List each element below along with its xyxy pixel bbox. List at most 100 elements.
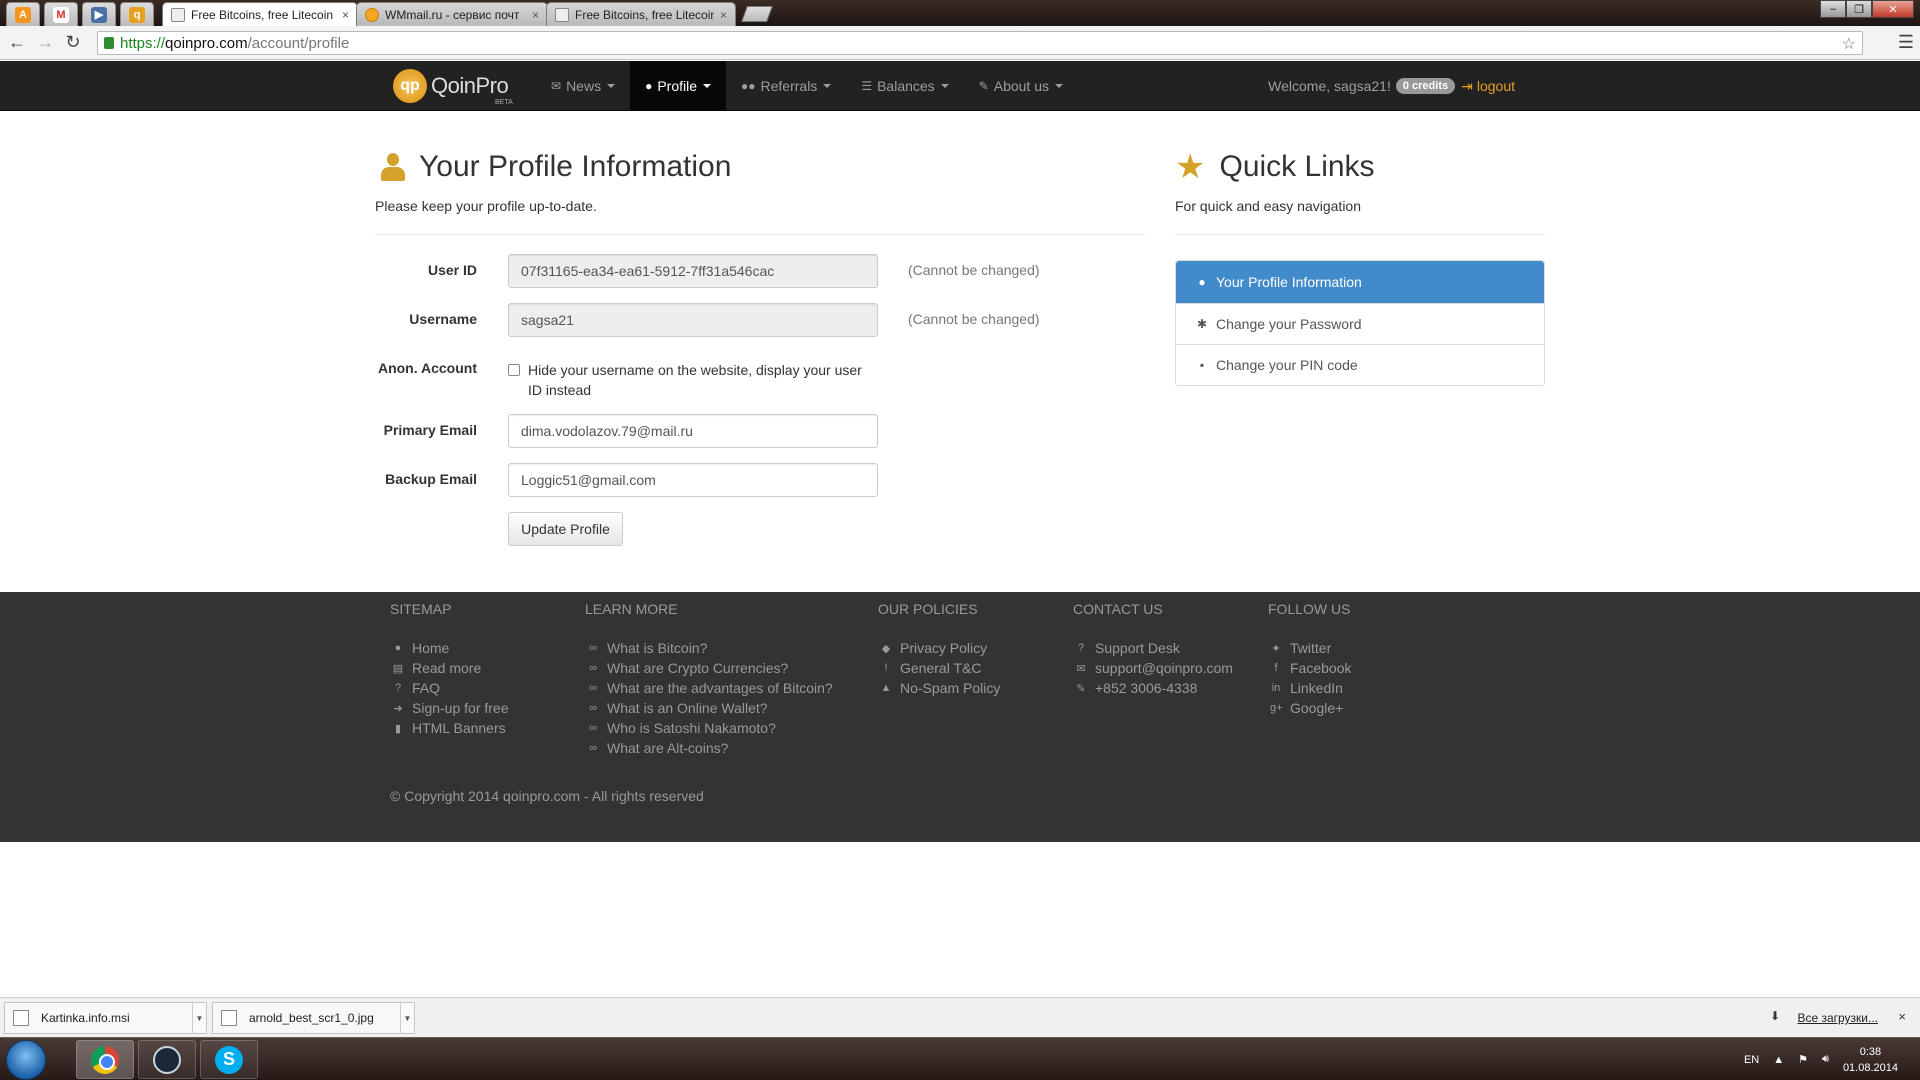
tab-close-icon[interactable]: × [720,8,727,22]
footer-link-home[interactable]: ● Home [392,638,509,658]
footer-link-faq[interactable]: ? FAQ [392,678,509,698]
star-icon: ★ [1175,148,1206,186]
language-indicator[interactable]: EN [1744,1054,1759,1066]
logout-icon: ⇥ [1461,77,1473,94]
link-icon: ∞ [589,722,597,734]
close-window-icon[interactable]: ✕ [1872,0,1914,18]
volume-icon[interactable]: 🔊︎ [1822,1053,1829,1066]
brand-logo-link[interactable]: qp QoinPro BETA [393,69,513,106]
nav-profile-label: Profile [657,78,698,94]
footer-link-no-spam[interactable]: ▲ No-Spam Policy [880,678,1001,698]
twitter-icon: ✦ [1271,642,1281,655]
window-controls: – ❐ ✕ [1820,0,1914,18]
anon-account-checkbox[interactable] [508,364,520,376]
footer-link-label: Home [412,640,450,656]
footer-link-label: Sign-up for free [412,700,509,716]
minimize-icon[interactable]: – [1820,0,1846,18]
footer-link-linkedin[interactable]: in LinkedIn [1270,678,1351,698]
new-tab-button[interactable] [741,6,773,22]
chrome-icon [91,1045,119,1074]
download-menu-arrow-icon[interactable]: ▼ [400,1003,414,1033]
divider [375,234,1145,235]
browser-menu-icon[interactable]: ☰ [1898,32,1914,53]
footer-link-online-wallet[interactable]: ∞ What is an Online Wallet? [587,698,833,718]
footer-sitemap-links: ● Home ▤ Read more ? FAQ ➔ Sign-up for free … [392,638,509,738]
show-all-downloads-link[interactable]: Все загрузки... [1797,1011,1878,1025]
footer-learn-more-links: ∞ What is Bitcoin? ∞ What are Crypto Curre… [587,638,833,758]
footer-link-read-more[interactable]: ▤ Read more [392,658,509,678]
action-center-flag-icon[interactable]: ⚑ [1798,1053,1808,1066]
user-id-field[interactable]: 07f31165-ea34-ea61-5912-7ff31a546cac [508,254,878,288]
footer-link-label: LinkedIn [1290,680,1343,696]
pinned-tab-avast[interactable]: A [6,2,40,26]
quick-link-pin[interactable]: ▪ Change your PIN code [1176,344,1544,385]
footer-link-signup[interactable]: ➔ Sign-up for free [392,698,509,718]
tab-title: WMmail.ru - сервис почт [385,7,520,22]
footer-link-terms[interactable]: ! General T&C [880,658,1000,678]
quick-links-title: ★ Quick Links [1175,142,1545,192]
footer-heading-follow: FOLLOW US [1268,601,1351,617]
footer-link-label: What is Bitcoin? [607,640,708,656]
logout-link[interactable]: logout [1477,78,1515,94]
bookmark-star-icon[interactable]: ☆ [1842,34,1856,54]
update-profile-button[interactable]: Update Profile [508,512,623,546]
download-item[interactable]: arnold_best_scr1_0.jpg ▼ [212,1002,415,1034]
quick-links-title-text: Quick Links [1219,150,1375,183]
footer-link-phone[interactable]: ✎ +852 3006-4338 [1075,678,1233,698]
footer-link-crypto-currencies[interactable]: ∞ What are Crypto Currencies? [587,658,833,678]
footer-link-alt-coins[interactable]: ∞ What are Alt-coins? [587,738,833,758]
username-label: Username [409,311,477,327]
quick-link-profile[interactable]: ● Your Profile Information [1176,261,1544,303]
address-bar[interactable]: https:// qoinpro.com /account/profile ☆ [97,31,1863,55]
credits-badge[interactable]: 0 credits [1395,78,1456,94]
link-icon: ∞ [589,702,597,714]
footer-link-privacy[interactable]: ◆ Privacy Policy [880,638,1000,658]
download-menu-arrow-icon[interactable]: ▼ [192,1003,206,1033]
download-item[interactable]: Kartinka.info.msi ▼ [4,1002,207,1034]
taskbar-steam[interactable] [138,1040,196,1079]
back-icon[interactable]: ← [6,31,28,53]
primary-email-field[interactable]: dima.vodolazov.79@mail.ru [508,414,878,448]
globe-icon: ● [394,642,402,654]
footer-link-twitter[interactable]: ✦ Twitter [1270,638,1351,658]
tab-qoinpro-second[interactable]: Free Bitcoins, free Litecoin × [546,2,736,26]
pinned-tab-video[interactable]: ▶ [82,2,116,26]
user-area: Welcome, sagsa21! 0 credits ⇥ logout [1268,61,1515,111]
nav-balances[interactable]: ☰ Balances [846,61,963,111]
footer-link-satoshi[interactable]: ∞ Who is Satoshi Nakamoto? [587,718,833,738]
footer-link-facebook[interactable]: f Facebook [1270,658,1351,678]
taskbar-chrome[interactable] [76,1040,134,1079]
tab-close-icon[interactable]: × [532,8,539,22]
footer-link-what-is-bitcoin[interactable]: ∞ What is Bitcoin? [587,638,833,658]
nav-about-us[interactable]: ✎ About us [964,61,1078,111]
tab-qoinpro-profile[interactable]: Free Bitcoins, free Litecoin × [162,2,358,27]
quick-link-password[interactable]: ✱ Change your Password [1176,303,1544,344]
footer-link-support-email[interactable]: ✉ support@qoinpro.com [1075,658,1233,678]
footer-link-label: Support Desk [1095,640,1180,656]
backup-email-field[interactable]: Loggic51@gmail.com [508,463,878,497]
pinned-tab-gmail[interactable]: M [44,2,78,26]
start-button[interactable] [6,1040,46,1080]
close-downloads-bar-icon[interactable]: × [1898,1009,1906,1024]
tab-close-icon[interactable]: × [342,8,349,22]
footer-link-label: +852 3006-4338 [1095,680,1198,696]
maximize-icon[interactable]: ❐ [1846,0,1872,18]
nav-news[interactable]: ✉ News [536,61,630,111]
tab-wmmail[interactable]: WMmail.ru - сервис почт × [356,2,548,26]
pinned-tab-qoinpro[interactable]: q [120,2,154,26]
username-field[interactable]: sagsa21 [508,303,878,337]
system-clock[interactable]: 0:38 01.08.2014 [1843,1044,1898,1076]
bookmark-icon: ▮ [394,722,402,735]
reload-icon[interactable]: ↻ [62,31,84,53]
forward-icon[interactable]: → [34,31,56,53]
nav-profile[interactable]: ● Profile [630,61,727,111]
url-path: /account/profile [247,34,350,52]
footer-link-html-banners[interactable]: ▮ HTML Banners [392,718,509,738]
footer-heading-contact: CONTACT US [1073,601,1163,617]
footer-link-google-plus[interactable]: g+ Google+ [1270,698,1351,718]
show-hidden-icons-icon[interactable]: ▲ [1773,1054,1784,1066]
taskbar-skype[interactable]: S [200,1040,258,1079]
nav-referrals[interactable]: ●● Referrals [726,61,846,111]
footer-link-advantages[interactable]: ∞ What are the advantages of Bitcoin? [587,678,833,698]
footer-link-support-desk[interactable]: ? Support Desk [1075,638,1233,658]
